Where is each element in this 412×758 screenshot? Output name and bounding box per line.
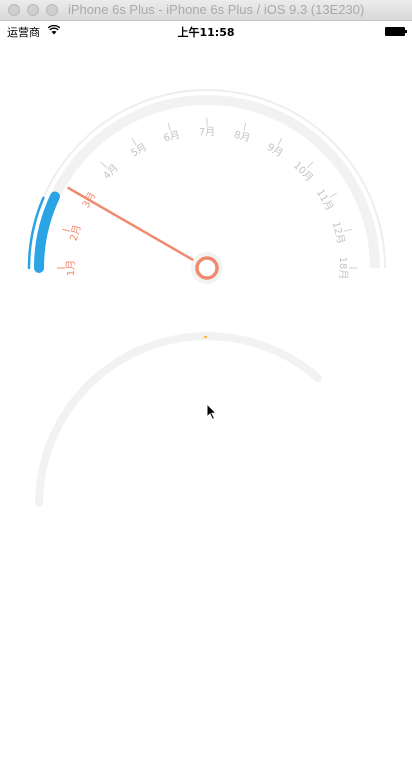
cursor-icon [206,403,218,421]
gauge-month-label: 5月 [129,141,149,160]
gauge-month-label: 11月 [314,187,336,213]
gauge-month-label: 8月 [233,129,252,145]
close-window-button[interactable] [8,4,20,16]
gauge-month-label: 6月 [162,129,181,145]
gauge-month-label: 12月 [330,220,347,245]
month-gauge: 1月2月3月4月5月6月7月8月9月10月11月12月18月 [27,89,386,284]
gauge-month-label: 2月 [68,223,84,242]
gauge-month-label: 18月 [337,257,349,280]
gauge-tick [100,161,107,168]
zoom-window-button[interactable] [46,4,58,16]
gauge-month-label: 1月 [65,260,77,276]
gauge-tick [243,122,247,131]
minimize-window-button[interactable] [27,4,39,16]
gauge-outer-ring [28,89,386,269]
gauge-needle-pointer [154,237,174,249]
battery-icon [385,27,407,36]
gauge-tick [277,137,283,146]
gauge-tick [167,122,171,131]
lower-gauge [35,332,322,507]
gauge-view: 1月2月3月4月5月6月7月8月9月10月11月12月18月 [27,89,386,507]
gauge-month-label: 9月 [265,141,285,160]
gauge-progress [34,191,60,273]
gauge-tick [61,228,70,232]
gauge-tick [131,137,137,146]
simulator-title-bar: iPhone 6s Plus - iPhone 6s Plus / iOS 9.… [0,0,412,21]
gauge-month-label: 7月 [199,126,215,138]
gauge-hub-knob[interactable] [195,256,219,280]
status-time: 上午11:58 [177,26,235,39]
gauge-needle [67,186,209,270]
gauge-tick [344,228,353,232]
lower-gauge-track [35,332,322,507]
gauge-tick [329,192,338,198]
gauge-tick [307,161,314,168]
window-title: iPhone 6s Plus - iPhone 6s Plus / iOS 9.… [68,2,365,17]
status-bar: 运营商 上午11:58 [0,21,412,41]
